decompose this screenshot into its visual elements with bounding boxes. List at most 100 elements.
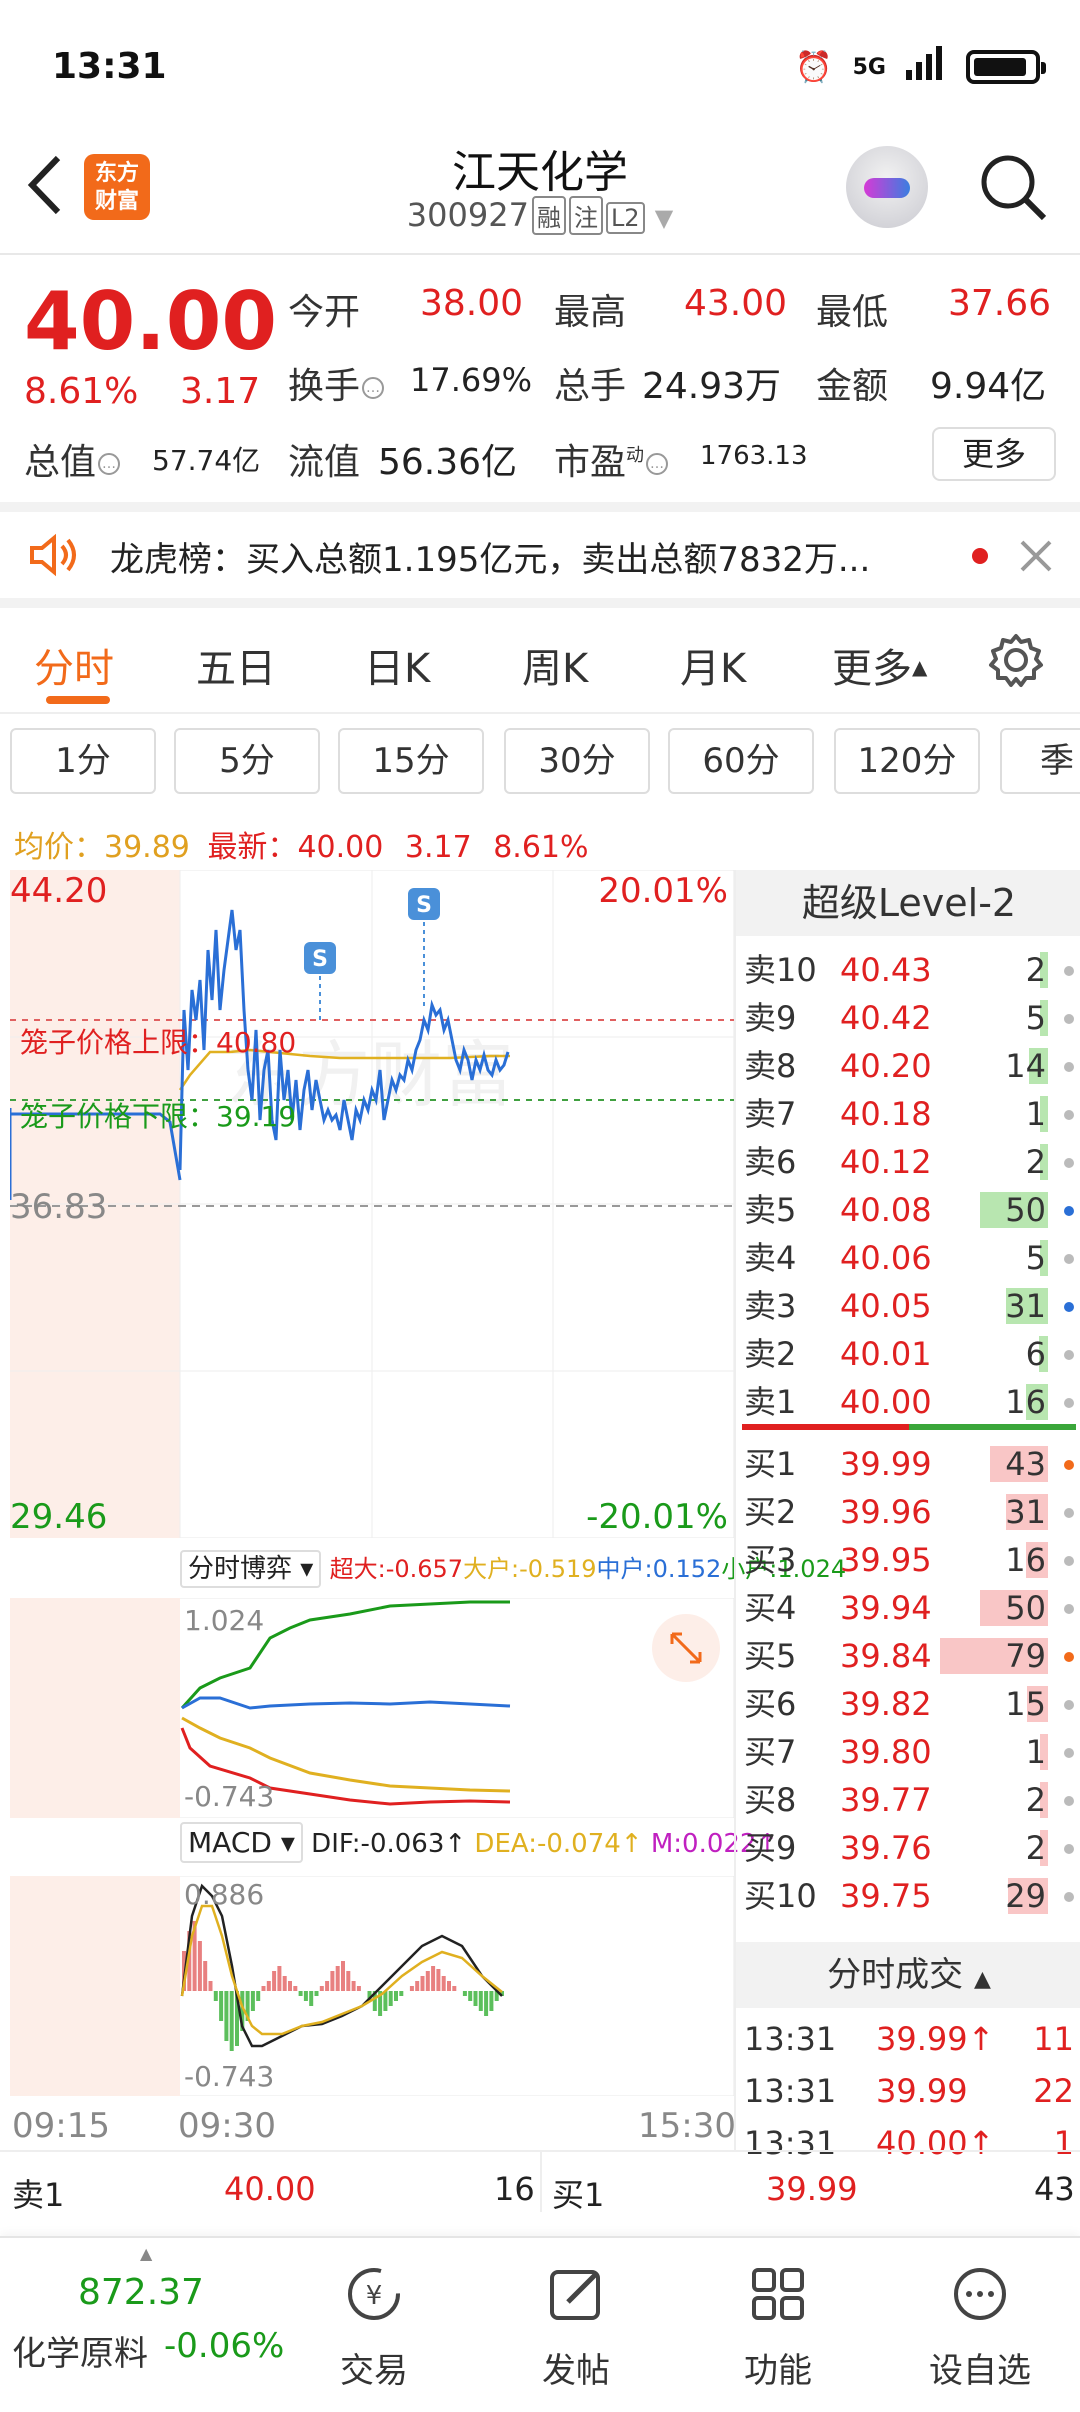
status-dot [1064,1206,1074,1216]
status-dot [1064,1796,1074,1806]
network-icon: 5G [852,54,886,80]
ask-level-label: 卖4 [744,1239,797,1277]
tab-60min[interactable]: 60分 [668,728,814,794]
bid-price: 39.94 [840,1589,932,1627]
tab-5day[interactable]: 五日 [196,636,276,694]
sub2-y-bottom: -0.743 [184,2060,274,2093]
tab-weekly-k[interactable]: 周K [522,636,588,694]
bid-row[interactable]: 买8 39.77 2 [736,1776,1080,1824]
battery-icon [966,50,1046,84]
ask-price: 40.06 [840,1239,932,1277]
tab-intraday[interactable]: 分时 [34,636,114,694]
sector-index[interactable]: ▲ 872.37 化学原料 -0.06% [12,2244,312,2404]
y-low-label: 29.46 [10,1497,107,1537]
assistant-avatar[interactable] [846,146,928,228]
ask-row[interactable]: 卖5 40.08 50 [736,1186,1080,1234]
macd-histogram-bar [293,1986,298,1991]
volume-label: 总手 [554,366,627,407]
help-icon[interactable]: … [362,377,385,399]
ask-row[interactable]: 卖1 40.00 16 [736,1378,1080,1426]
help-icon[interactable]: … [98,453,121,475]
status-dot [1064,1892,1074,1902]
tab-quarter[interactable]: 季 [1000,728,1080,794]
status-dot [1064,1014,1074,1024]
ask-level-label: 卖7 [744,1095,797,1133]
ask-volume: 2 [1025,951,1046,989]
ask-row[interactable]: 卖7 40.18 1 [736,1090,1080,1138]
bid-row[interactable]: 买4 39.94 50 [736,1584,1080,1632]
macd-histogram-bar [473,1991,478,2006]
bid-ask-strip: 卖1 40.00 16 买1 39.99 43 [0,2150,1080,2230]
tab-30min[interactable]: 30分 [504,728,650,794]
gear-icon[interactable] [988,632,1044,688]
macd-histogram-bar [224,1991,229,2041]
bid-row[interactable]: 买2 39.96 31 [736,1488,1080,1536]
more-button[interactable]: 更多 [932,427,1056,481]
macd-selector[interactable]: MACD ▾ [180,1822,303,1863]
mktcap-label: 总值… [24,433,121,485]
tab-daily-k[interactable]: 日K [364,636,430,694]
nav-functions[interactable]: 功能 [678,2264,878,2392]
macd-histogram-bar [282,1976,287,1991]
indicator-selector[interactable]: 分时博弈 ▾ [180,1550,322,1588]
tab-monthly-k[interactable]: 月K [680,636,746,694]
close-icon[interactable] [1018,538,1054,574]
latest-value: 40.00 [297,830,384,865]
bid-row[interactable]: 买1 39.99 43 [736,1440,1080,1488]
help-icon[interactable]: … [646,453,669,475]
nav-post[interactable]: 发帖 [476,2264,676,2392]
pe-value: 1763.13 [700,441,808,471]
bid-row[interactable]: 买5 39.84 79 [736,1632,1080,1680]
trades-title[interactable]: 分时成交 ▲ [736,1942,1080,2008]
ask-row[interactable]: 卖2 40.01 6 [736,1330,1080,1378]
fund-flow-chart[interactable]: 1.024 -0.743 [10,1598,734,1818]
ask-row[interactable]: 卖6 40.12 2 [736,1138,1080,1186]
tab-5min[interactable]: 5分 [174,728,320,794]
ask-row[interactable]: 卖3 40.05 31 [736,1282,1080,1330]
tab-1min[interactable]: 1分 [10,728,156,794]
bid-level-label: 买10 [744,1877,817,1915]
level2-title[interactable]: 超级Level-2 [736,870,1080,936]
strip-bid-label: 买1 [552,2176,605,2214]
ask-row[interactable]: 卖10 40.43 2 [736,946,1080,994]
ask-row[interactable]: 卖9 40.42 5 [736,994,1080,1042]
trade-price: 39.99 [876,2072,968,2110]
bid-volume: 29 [1005,1877,1046,1915]
status-dot [1064,1844,1074,1854]
macd-chart[interactable]: 0.886 -0.743 [10,1876,734,2096]
bid-row[interactable]: 买7 39.80 1 [736,1728,1080,1776]
status-dot [1064,1254,1074,1264]
bid-price: 39.77 [840,1781,932,1819]
bid-row[interactable]: 买10 39.75 29 [736,1872,1080,1920]
ask-row[interactable]: 卖8 40.20 14 [736,1042,1080,1090]
ask-row[interactable]: 卖4 40.06 5 [736,1234,1080,1282]
open-label: 今开 [288,292,361,333]
trade-price: 39.99↑ [876,2020,995,2058]
status-dot [1064,1398,1074,1408]
sell-signal-label: S [312,947,328,972]
tab-120min[interactable]: 120分 [834,728,980,794]
bid-row[interactable]: 买6 39.82 15 [736,1680,1080,1728]
mktcap-value: 57.74亿 [152,444,261,477]
sector-name: 化学原料 [12,2334,148,2374]
flow-indicator-header: 分时博弈 ▾ 超大:-0.657大户:-0.519中户:0.152小户:1.02… [180,1548,846,1594]
bid-volume: 1 [1025,1733,1046,1771]
bid-price: 39.99 [840,1445,932,1483]
float-value: 56.36亿 [378,442,518,483]
time-label: 09:15 [12,2106,110,2146]
tab-more[interactable]: 更多▲ [832,636,927,694]
sub2-y-top: 0.886 [184,1878,264,1911]
low-label: 最低 [816,292,889,333]
sub1-y-top: 1.024 [184,1604,264,1637]
intraday-chart[interactable]: 东方财富 S S 44.20 20.01% 36.83 29.46 -20.01… [10,870,734,1538]
nav-add-watchlist[interactable]: 设自选 [880,2264,1080,2392]
tab-15min[interactable]: 15分 [338,728,484,794]
y-high-label: 44.20 [10,871,107,911]
bid-row[interactable]: 买3 39.95 16 [736,1536,1080,1584]
search-button[interactable] [978,152,1048,222]
longhu-banner[interactable]: 龙虎榜：买入总额1.195亿元，卖出总额7832万... [0,512,1080,598]
bid-row[interactable]: 买9 39.76 2 [736,1824,1080,1872]
nav-trade[interactable]: ¥ 交易 [274,2264,474,2392]
bid-level-label: 买5 [744,1637,797,1675]
status-dot [1064,1350,1074,1360]
